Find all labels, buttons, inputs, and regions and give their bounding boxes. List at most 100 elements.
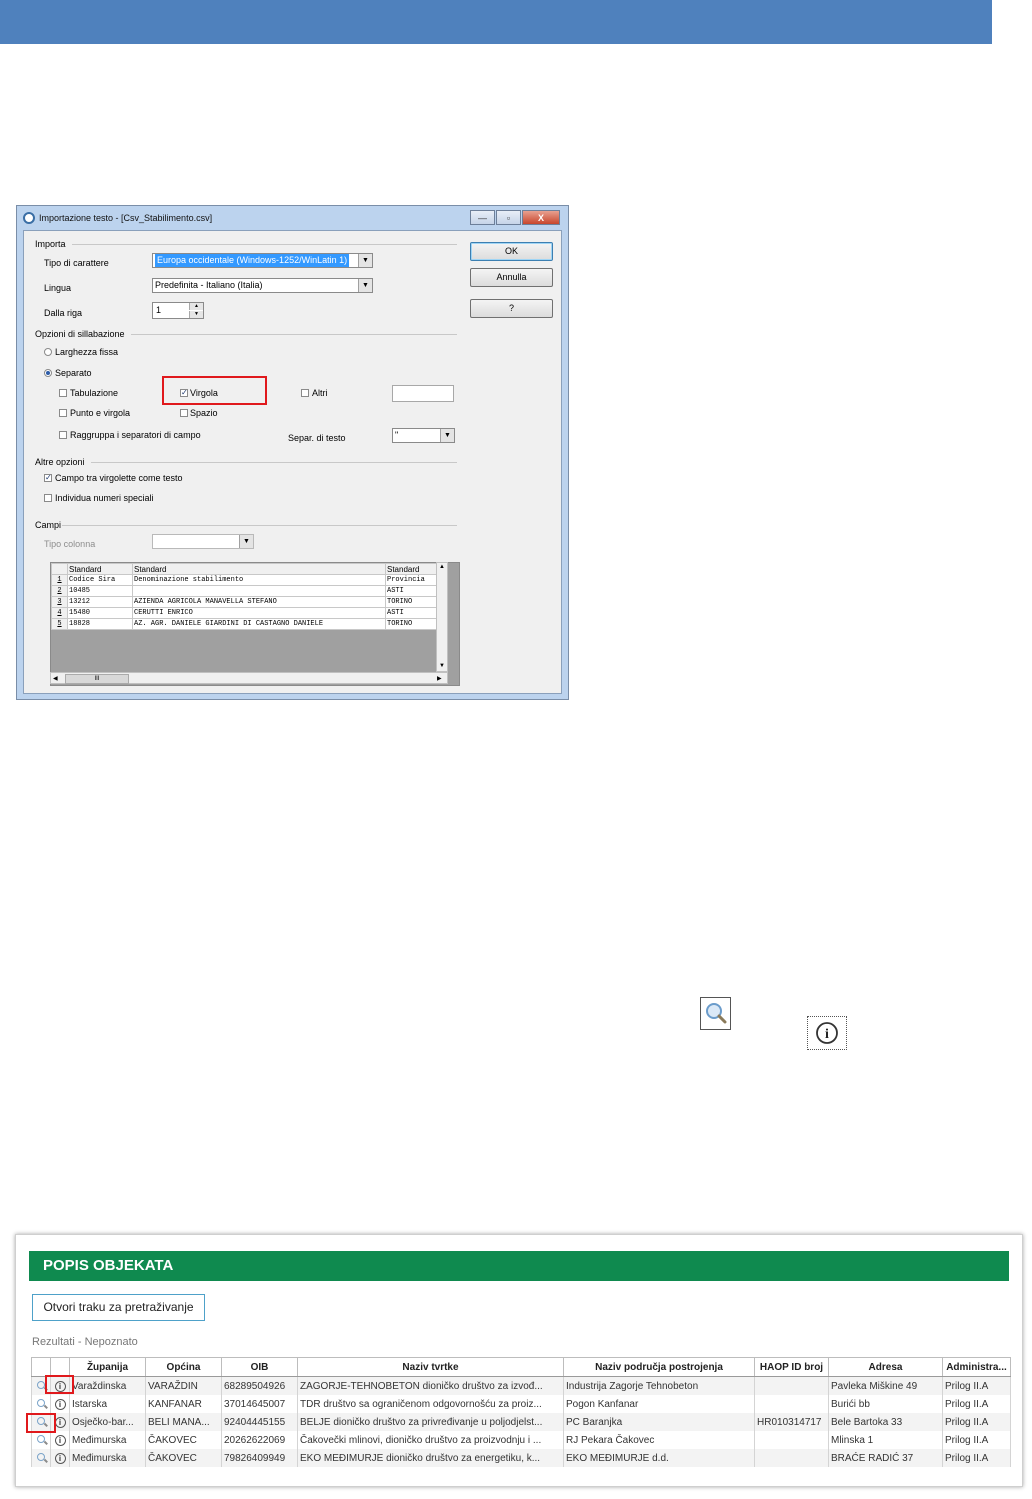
cell-naziv: TDR društvo sa ograničenom odgovornošću … (297, 1395, 564, 1413)
col-header-adresa[interactable]: Adresa (828, 1357, 943, 1377)
search-magnifier-icon (700, 997, 731, 1030)
ok-button[interactable]: OK (470, 242, 553, 261)
preview-vertical-scrollbar[interactable]: ▲ ▼ (436, 562, 448, 672)
preview-row: 5 18828 AZ. AGR. DANIELE GIARDINI DI CAS… (51, 618, 443, 630)
column-type-combo[interactable]: ▼ (152, 534, 254, 549)
scroll-thumb[interactable]: III (65, 674, 129, 684)
app-icon (23, 212, 35, 224)
table-row: i Varaždinska VARAŽDIN 68289504926 ZAGOR… (31, 1376, 1011, 1395)
col-header-opcina[interactable]: Općina (145, 1357, 222, 1377)
search-icon[interactable] (37, 1380, 45, 1389)
chevron-down-icon[interactable]: ▼ (440, 429, 454, 442)
semicolon-label: Punto e virgola (70, 408, 131, 418)
language-label: Lingua (44, 283, 72, 293)
info-icon[interactable]: i (54, 1452, 66, 1464)
other-checkbox[interactable] (301, 389, 309, 397)
fixed-width-label: Larghezza fissa (55, 347, 119, 357)
cell-admin: Prilog II.A (942, 1376, 1011, 1395)
col-header-zupanija[interactable]: Županija (69, 1357, 146, 1377)
search-icon (706, 1003, 727, 1024)
preview-row-number: 5 (51, 618, 68, 630)
document-header-bar (0, 0, 992, 44)
col-header-naziv-podrucja[interactable]: Naziv područja postrojenja (563, 1357, 755, 1377)
search-icon[interactable] (37, 1434, 45, 1443)
open-search-bar-button[interactable]: Otvori traku za pretraživanje (32, 1294, 205, 1321)
cell-haop: HR010314717 (754, 1413, 829, 1431)
cell-adresa: Mlinska 1 (828, 1431, 943, 1449)
preview-row: 2 10485 ASTI (51, 585, 443, 597)
cell-opcina: VARAŽDIN (145, 1376, 222, 1395)
dialog-titlebar[interactable]: Importazione testo - [Csv_Stabilimento.c… (17, 206, 568, 230)
language-combo[interactable]: Predefinita - Italiano (Italia) ▼ (152, 278, 373, 293)
cell-oib: 68289504926 (221, 1376, 298, 1395)
chevron-down-icon[interactable]: ▼ (358, 254, 372, 267)
tab-checkbox[interactable] (59, 389, 67, 397)
scroll-down-icon[interactable]: ▼ (439, 663, 445, 669)
preview-col-header[interactable]: Standard (385, 563, 443, 575)
preview-row: 4 15480 CERUTTI ENRICO ASTI (51, 607, 443, 619)
cell-naziv: BELJE dioničko društvo za privređivanje … (297, 1413, 564, 1431)
from-row-spinner[interactable]: 1 ▲ ▼ (152, 302, 204, 319)
cell-podrucje: EKO MEĐIMURJE d.d. (563, 1449, 755, 1467)
minimize-button[interactable]: — (470, 210, 495, 225)
quoted-as-text-checkbox[interactable]: ✓ (44, 474, 52, 482)
info-icon[interactable]: i (54, 1398, 66, 1410)
divider (62, 525, 457, 526)
language-value: Predefinita - Italiano (Italia) (155, 280, 263, 290)
info-icon[interactable]: i (54, 1434, 66, 1446)
preview-cell: Codice Sira (67, 574, 133, 586)
column-type-label: Tipo colonna (44, 539, 96, 549)
from-row-label: Dalla riga (44, 308, 83, 318)
charset-combo[interactable]: Europa occidentale (Windows-1252/WinLati… (152, 253, 373, 268)
charset-label: Tipo di carattere (44, 258, 109, 268)
separated-radio[interactable] (44, 369, 52, 377)
table-header-row: Županija Općina OIB Naziv tvrtke Naziv p… (31, 1357, 1011, 1377)
table-row: i Osječko-bar... BELI MANA... 9240444515… (31, 1413, 1011, 1431)
semicolon-checkbox[interactable] (59, 409, 67, 417)
cell-zupanija: Varaždinska (69, 1376, 146, 1395)
preview-cell: ASTI (385, 585, 443, 597)
detect-special-checkbox[interactable] (44, 494, 52, 502)
fixed-width-radio[interactable] (44, 348, 52, 356)
merge-separators-label: Raggruppa i separatori di campo (70, 430, 201, 440)
quoted-as-text-label: Campo tra virgolette come testo (55, 473, 183, 483)
preview-col-header[interactable]: Standard (132, 563, 386, 575)
merge-separators-checkbox[interactable] (59, 431, 67, 439)
preview-col-header[interactable]: Standard (67, 563, 133, 575)
search-icon[interactable] (37, 1398, 45, 1407)
cell-opcina: ČAKOVEC (145, 1449, 222, 1467)
scroll-right-icon[interactable]: ▶ (437, 675, 442, 682)
spin-up-icon[interactable]: ▲ (189, 303, 203, 310)
section-importa: Importa (35, 239, 66, 249)
table-row: i Međimurska ČAKOVEC 79826409949 EKO MEĐ… (31, 1449, 1011, 1467)
help-button[interactable]: ? (470, 299, 553, 318)
preview-cell: CERUTTI ENRICO (132, 607, 386, 619)
scroll-left-icon[interactable]: ◀ (53, 675, 58, 682)
info-icon[interactable]: i (54, 1416, 66, 1428)
spin-down-icon[interactable]: ▼ (189, 311, 203, 318)
table-row: i Istarska KANFANAR 37014645007 TDR druš… (31, 1395, 1011, 1413)
maximize-button[interactable]: ▫ (496, 210, 521, 225)
chevron-down-icon[interactable]: ▼ (239, 535, 253, 548)
chevron-down-icon[interactable]: ▼ (358, 279, 372, 292)
cell-adresa: BRAĆE RADIĆ 37 (828, 1449, 943, 1467)
close-button[interactable]: X (522, 210, 560, 225)
cell-haop (754, 1395, 829, 1413)
text-separator-combo[interactable]: " ▼ (392, 428, 455, 443)
space-label: Spazio (190, 408, 218, 418)
col-header-haop-id[interactable]: HAOP ID broj (754, 1357, 829, 1377)
preview-horizontal-scrollbar[interactable]: ◀ III ▶ (50, 672, 448, 684)
cell-podrucje: Industrija Zagorje Tehnobeton (563, 1376, 755, 1395)
cancel-button[interactable]: Annulla (470, 268, 553, 287)
col-header-oib[interactable]: OIB (221, 1357, 298, 1377)
col-header-administra[interactable]: Administra... (942, 1357, 1011, 1377)
scroll-up-icon[interactable]: ▲ (439, 564, 445, 570)
cell-podrucje: Pogon Kanfanar (563, 1395, 755, 1413)
preview-cell: 10485 (67, 585, 133, 597)
search-icon[interactable] (37, 1452, 45, 1461)
preview-grid[interactable]: Standard Standard Standard 1 Codice Sira… (50, 562, 460, 686)
col-header-naziv-tvrtke[interactable]: Naziv tvrtke (297, 1357, 564, 1377)
space-checkbox[interactable] (180, 409, 188, 417)
preview-cell: Provincia (385, 574, 443, 586)
other-separator-input[interactable] (392, 385, 454, 402)
